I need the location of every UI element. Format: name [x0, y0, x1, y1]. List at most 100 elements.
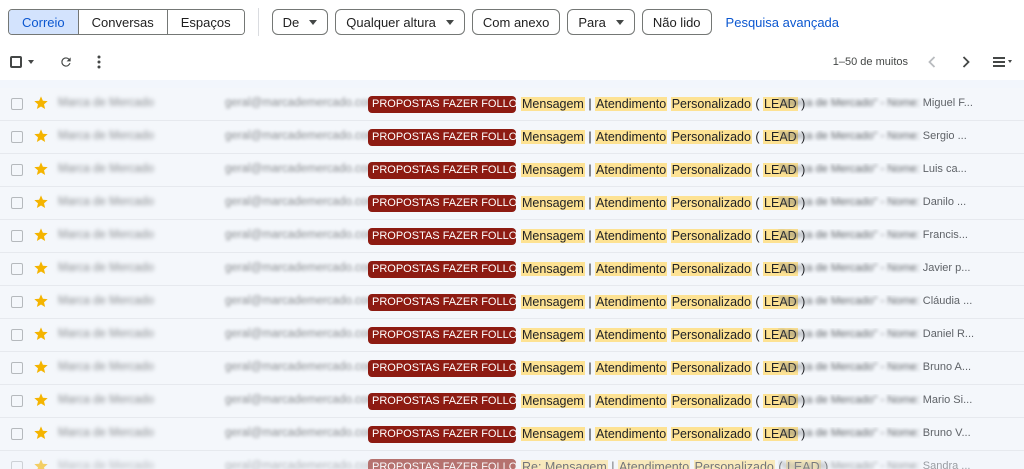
subject-part: Mensagem: [521, 427, 585, 441]
star-icon[interactable]: [33, 95, 49, 111]
mail-row[interactable]: Marca de Mercado geral@marcademercado.com…: [0, 319, 1024, 352]
scope-mail-button[interactable]: Correio: [9, 10, 79, 34]
star-icon[interactable]: [33, 293, 49, 309]
row-checkbox[interactable]: [11, 197, 23, 209]
label-badge[interactable]: PROPOSTAS FAZER FOLLOW ...: [368, 459, 516, 469]
label-badge[interactable]: PROPOSTAS FAZER FOLLOW ...: [368, 162, 516, 179]
subject-part: Atendimento: [595, 427, 668, 441]
mail-row[interactable]: Marca de Mercado geral@marcademercado.com…: [0, 88, 1024, 121]
scope-spaces-button[interactable]: Espaços: [167, 10, 244, 34]
row-checkbox[interactable]: [11, 98, 23, 110]
mail-row[interactable]: Marca de Mercado geral@marcademercado.com…: [0, 220, 1024, 253]
subject-part: Personalizado: [670, 361, 752, 375]
row-checkbox[interactable]: [11, 263, 23, 275]
snippet-name: Francis...: [922, 229, 968, 241]
subject: Mensagem | Atendimento Personalizado ( L…: [521, 360, 805, 377]
label-badge[interactable]: PROPOSTAS FAZER FOLLOW ...: [368, 393, 516, 410]
row-checkbox[interactable]: [11, 164, 23, 176]
snippet: "Marca de Mercado" - Nome: Francis...: [778, 229, 1024, 241]
select-checkbox-icon[interactable]: [10, 56, 22, 68]
mail-row[interactable]: Marca de Mercado geral@marcademercado.com…: [0, 385, 1024, 418]
snippet: "Marca de Mercado" - Nome: Javier p...: [778, 262, 1024, 274]
star-icon[interactable]: [33, 326, 49, 342]
star-icon[interactable]: [33, 161, 49, 177]
chevron-down-icon[interactable]: [28, 60, 34, 64]
filter-attachment-chip[interactable]: Com anexo: [471, 9, 561, 35]
sender-email: geral@marcademercado.com: [225, 262, 377, 274]
row-checkbox[interactable]: [11, 230, 23, 242]
subject-part: |: [584, 262, 596, 276]
subject-part: (: [751, 394, 764, 408]
mail-row[interactable]: Marca de Mercado geral@marcademercado.com…: [0, 187, 1024, 220]
filter-date-label: Qualquer altura: [346, 14, 436, 30]
row-checkbox[interactable]: [11, 329, 23, 341]
label-badge[interactable]: PROPOSTAS FAZER FOLLOW ...: [368, 228, 516, 245]
subject-part: Atendimento: [595, 361, 668, 375]
star-icon[interactable]: [33, 227, 49, 243]
sender-name: Marca de Mercado: [58, 295, 154, 307]
mail-row[interactable]: Marca de Mercado geral@marcademercado.com…: [0, 418, 1024, 451]
filter-to-chip[interactable]: Para: [567, 9, 635, 35]
subject-part: Mensagem: [521, 196, 585, 210]
star-icon[interactable]: [33, 425, 49, 441]
star-icon[interactable]: [33, 392, 49, 408]
subject: Mensagem | Atendimento Personalizado ( L…: [521, 96, 805, 113]
filter-date-chip[interactable]: Qualquer altura: [335, 9, 465, 35]
row-checkbox[interactable]: [11, 362, 23, 374]
density-toggle-button[interactable]: [990, 52, 1016, 72]
mail-row[interactable]: Marca de Mercado geral@marcademercado.com…: [0, 154, 1024, 187]
star-icon[interactable]: [33, 260, 49, 276]
snippet-name: Sandra ...: [922, 460, 971, 469]
snippet-sender: "Marca de Mercado" - Nome:: [778, 97, 923, 109]
row-checkbox[interactable]: [11, 131, 23, 143]
star-icon[interactable]: [33, 128, 49, 144]
previous-page-button[interactable]: [922, 52, 942, 72]
label-badge[interactable]: PROPOSTAS FAZER FOLLOW ...: [368, 96, 516, 113]
subject-part: Mensagem: [521, 130, 585, 144]
label-badge[interactable]: PROPOSTAS FAZER FOLLOW ...: [368, 195, 516, 212]
snippet-name: Javier p...: [922, 262, 971, 274]
label-badge[interactable]: PROPOSTAS FAZER FOLLOW ...: [368, 360, 516, 377]
star-icon[interactable]: [33, 359, 49, 375]
star-icon[interactable]: [33, 458, 49, 469]
star-icon[interactable]: [33, 194, 49, 210]
label-badge[interactable]: PROPOSTAS FAZER FOLLOW ...: [368, 261, 516, 278]
subject-part: |: [584, 427, 596, 441]
row-checkbox[interactable]: [11, 395, 23, 407]
row-checkbox[interactable]: [11, 461, 23, 469]
label-badge[interactable]: PROPOSTAS FAZER FOLLOW ...: [368, 294, 516, 311]
snippet-sender: "Marca de Mercado" - Nome:: [778, 361, 923, 373]
sender-name: Marca de Mercado: [58, 163, 154, 175]
mail-row[interactable]: Marca de Mercado geral@marcademercado.com…: [0, 253, 1024, 286]
mail-list: Marca de Mercado geral@marcademercado.com…: [0, 80, 1024, 469]
filter-from-chip[interactable]: De: [271, 9, 329, 35]
chevron-right-icon: [962, 56, 970, 68]
snippet-sender: "Marca de Mercado" - Nome:: [778, 328, 923, 340]
snippet-name: Cláudia ...: [922, 295, 973, 307]
scope-conversations-button[interactable]: Conversas: [78, 10, 168, 34]
filter-unread-chip[interactable]: Não lido: [641, 9, 712, 35]
chevron-down-icon: [445, 19, 454, 25]
snippet-name: Mario Si...: [922, 394, 973, 406]
label-badge[interactable]: PROPOSTAS FAZER FOLLOW ...: [368, 129, 516, 146]
mail-row[interactable]: Marca de Mercado geral@marcademercado.com…: [0, 286, 1024, 319]
mail-row[interactable]: Marca de Mercado geral@marcademercado.com…: [0, 121, 1024, 154]
subject-part: Personalizado: [670, 427, 752, 441]
mail-row[interactable]: Marca de Mercado geral@marcademercado.com…: [0, 352, 1024, 385]
density-icon: [993, 57, 1012, 67]
mail-row[interactable]: Marca de Mercado geral@marcademercado.com…: [0, 451, 1024, 469]
sender-email: geral@marcademercado.com: [225, 427, 377, 439]
refresh-button[interactable]: [58, 54, 74, 70]
next-page-button[interactable]: [956, 52, 976, 72]
subject-part: Atendimento: [595, 394, 668, 408]
label-badge[interactable]: PROPOSTAS FAZER FOLLOW ...: [368, 327, 516, 344]
row-checkbox[interactable]: [11, 428, 23, 440]
snippet-name: Sergio ...: [922, 130, 967, 142]
snippet: "Marca de Mercado" - Nome: Luis ca...: [778, 163, 1024, 175]
subject-part: Personalizado: [670, 196, 752, 210]
advanced-search-link[interactable]: Pesquisa avançada: [726, 15, 839, 30]
label-badge[interactable]: PROPOSTAS FAZER FOLLOW ...: [368, 426, 516, 443]
row-checkbox[interactable]: [11, 296, 23, 308]
select-all-dropdown[interactable]: [10, 55, 40, 69]
more-options-button[interactable]: [91, 54, 107, 70]
